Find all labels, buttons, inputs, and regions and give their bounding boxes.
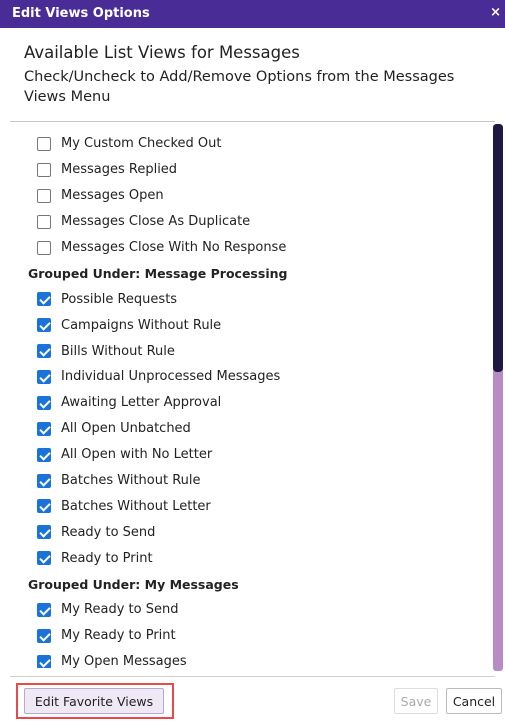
checkbox-checked[interactable] [37,473,51,488]
dialog-titlebar: Edit Views Options × [0,0,505,28]
view-option-label: Messages Replied [61,162,178,178]
checkbox-checked[interactable] [37,318,51,333]
view-option-label: Bills Without Rule [61,343,175,359]
checkbox-checked[interactable] [37,369,51,384]
checkbox-checked[interactable] [37,628,51,643]
checkbox-checked[interactable] [37,551,51,566]
view-option-row[interactable]: Messages Replied [24,157,484,183]
view-option-row[interactable]: All Open Unbatched [24,416,484,442]
cancel-button[interactable]: Cancel [446,688,502,714]
dialog-title: Edit Views Options [12,6,150,21]
view-option-label: Messages Open [61,188,164,204]
checkbox-unchecked[interactable] [37,214,51,229]
view-option-label: All Open Unbatched [61,421,191,437]
checkbox-unchecked[interactable] [37,240,51,255]
view-option-label: All Open with No Letter [61,447,213,463]
view-option-row[interactable]: Campaigns Without Rule [24,312,484,338]
checkbox-unchecked[interactable] [37,136,51,151]
view-option-label: Awaiting Letter Approval [61,395,222,411]
view-option-row[interactable]: Ready to Send [24,519,484,545]
view-option-label: Ready to Print [61,550,153,566]
group-heading: Grouped Under: My Messages [28,576,239,592]
close-icon[interactable]: × [490,5,501,20]
scrollbar-thumb[interactable] [493,124,503,372]
view-option-row[interactable]: Messages Close With No Response [24,235,484,261]
dialog-header: Available List Views for Messages Check/… [24,42,494,107]
view-option-row[interactable]: Batches Without Rule [24,468,484,494]
view-option-label: My Custom Checked Out [61,136,222,152]
checkbox-checked[interactable] [37,447,51,462]
view-option-row[interactable]: Messages Close As Duplicate [24,209,484,235]
view-option-label: Campaigns Without Rule [61,317,222,333]
checkbox-checked[interactable] [37,654,51,668]
view-option-row[interactable]: Possible Requests [24,286,484,312]
view-option-label: Individual Unprocessed Messages [61,369,281,385]
header-divider [10,121,495,122]
view-option-label: Messages Close As Duplicate [61,214,251,230]
edit-favorite-views-button[interactable]: Edit Favorite Views [24,688,164,714]
view-option-row[interactable]: My Ready to Send [24,597,484,623]
checkbox-checked[interactable] [37,344,51,359]
list-views-heading: Available List Views for Messages [24,43,300,62]
view-option-row[interactable]: Individual Unprocessed Messages [24,364,484,390]
view-option-row[interactable]: All Open with No Letter [24,442,484,468]
checkbox-checked[interactable] [37,292,51,307]
view-option-row[interactable]: Batches Without Letter [24,493,484,519]
checkbox-checked[interactable] [37,421,51,436]
checkbox-checked[interactable] [37,602,51,617]
checkbox-checked[interactable] [37,499,51,514]
view-option-row[interactable]: Messages Open [24,183,484,209]
view-option-label: Messages Close With No Response [61,240,287,255]
view-option-row[interactable]: My Ready to Print [24,623,484,649]
checkbox-unchecked[interactable] [37,188,51,203]
view-option-label: Batches Without Rule [61,473,201,489]
views-checklist[interactable]: My Custom Checked Out Messages Replied Mes… [24,131,484,668]
group-heading: Grouped Under: Message Processing [28,265,288,281]
save-button[interactable]: Save [394,688,438,714]
view-option-row[interactable]: Awaiting Letter Approval [24,390,484,416]
view-option-row[interactable]: Ready to Print [24,545,484,571]
view-option-label: Ready to Send [61,524,156,540]
view-option-label: Possible Requests [61,291,178,307]
view-option-label: My Open Messages [61,654,187,668]
edit-views-dialog: Edit Views Options × Available List View… [0,0,505,721]
view-option-label: My Ready to Send [61,602,179,618]
footer-divider [10,676,495,677]
view-option-label: Batches Without Letter [61,498,211,514]
view-option-row[interactable]: My Open Messages [24,649,484,668]
instructions-text: Check/Uncheck to Add/Remove Options from… [24,69,455,105]
checkbox-unchecked[interactable] [37,162,51,177]
checkbox-checked[interactable] [37,525,51,540]
checkbox-checked[interactable] [37,395,51,410]
view-option-label: My Ready to Print [61,628,176,644]
view-option-row[interactable]: My Custom Checked Out [24,131,484,157]
view-option-row[interactable]: Bills Without Rule [24,338,484,364]
